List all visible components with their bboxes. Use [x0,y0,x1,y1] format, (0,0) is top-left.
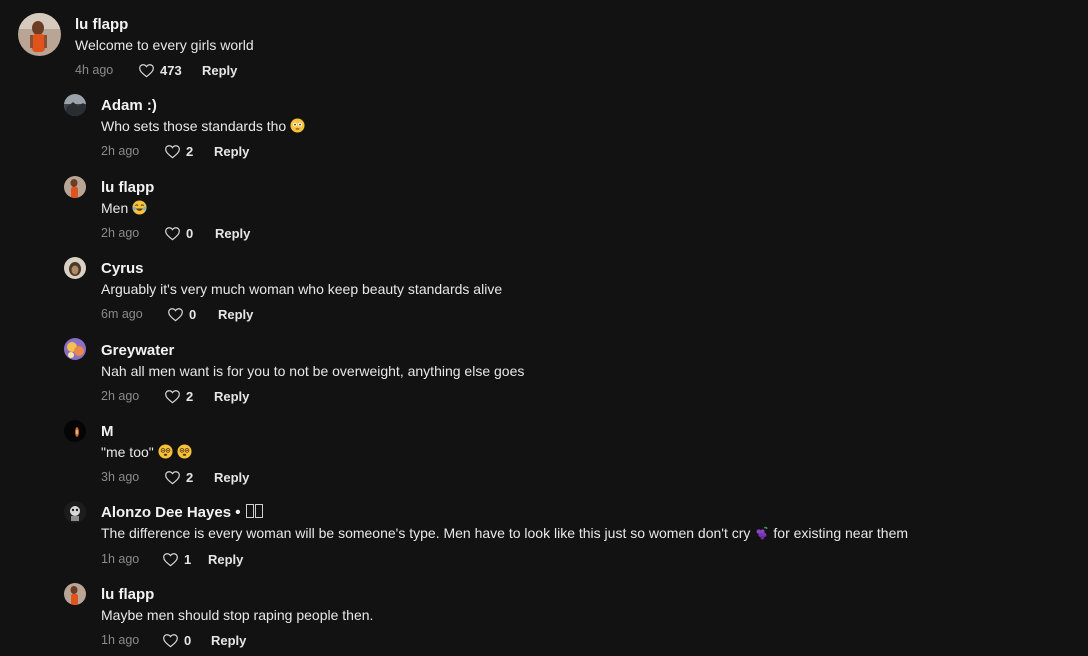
username[interactable]: Greywater [101,342,174,359]
like-count: 2 [186,469,194,485]
like-button[interactable]: 473 [138,62,182,78]
swirl-eyes-face-icon [158,444,173,462]
comment-text: The difference is every woman will be so… [101,525,909,543]
avatar[interactable] [64,94,86,116]
username[interactable]: Alonzo Dee Hayes • [101,504,263,521]
timestamp: 6m ago [101,307,143,321]
comment-text: "me too" [101,444,192,462]
unknown-glyph-icon [245,504,254,518]
unknown-glyph-icon [254,504,263,518]
reply-button[interactable]: Reply [214,470,249,485]
like-button[interactable]: 0 [167,306,196,322]
timestamp: 2h ago [101,226,140,240]
avatar[interactable] [64,338,86,360]
avatar[interactable] [64,583,86,605]
heart-icon [165,226,180,240]
avatar[interactable] [64,501,86,523]
username[interactable]: lu flapp [101,586,154,603]
comment-thread: lu flapp Welcome to every girls world 4h… [0,0,1088,656]
reply-button[interactable]: Reply [211,633,246,648]
avatar[interactable] [64,420,86,442]
reply-button[interactable]: Reply [208,552,243,567]
username[interactable]: Adam :) [101,97,157,114]
avatar[interactable] [18,13,61,56]
comment-text: Arguably it's very much woman who keep b… [101,281,503,297]
heart-icon [163,633,178,647]
heart-icon [165,389,180,403]
like-count: 0 [184,632,192,648]
timestamp: 2h ago [101,389,140,403]
heart-icon [165,470,180,484]
grapes-icon [754,525,769,543]
like-button[interactable]: 0 [164,225,193,241]
laughing-face-icon [132,200,147,218]
username[interactable]: Cyrus [101,260,144,277]
like-button[interactable]: 0 [162,632,191,648]
like-count: 473 [160,62,182,78]
comment-text: Maybe men should stop raping people then… [101,607,374,623]
like-count: 2 [186,143,194,159]
timestamp: 1h ago [101,633,140,647]
comment-text: Who sets those standards tho [101,118,305,136]
flushed-face-icon [290,118,305,136]
comment-text: Men [101,200,147,218]
heart-icon [139,63,154,77]
username[interactable]: lu flapp [101,179,154,196]
like-button[interactable]: 2 [164,143,193,159]
reply-button[interactable]: Reply [215,226,250,241]
like-count: 1 [184,551,192,567]
swirl-eyes-face-icon [177,444,192,462]
like-count: 2 [186,388,194,404]
timestamp: 3h ago [101,470,140,484]
username[interactable]: lu flapp [75,16,128,33]
heart-icon [168,307,183,321]
like-button[interactable]: 2 [164,388,193,404]
like-count: 0 [189,306,197,322]
reply-button[interactable]: Reply [218,307,253,322]
like-button[interactable]: 1 [162,551,191,567]
timestamp: 4h ago [75,63,114,77]
username[interactable]: M [101,423,114,440]
reply-button[interactable]: Reply [214,144,249,159]
reply-button[interactable]: Reply [202,63,237,78]
avatar[interactable] [64,257,86,279]
comment-text: Nah all men want is for you to not be ov… [101,363,525,379]
timestamp: 2h ago [101,144,140,158]
timestamp: 1h ago [101,552,140,566]
avatar[interactable] [64,176,86,198]
heart-icon [165,144,180,158]
heart-icon [163,552,178,566]
like-button[interactable]: 2 [164,469,193,485]
comment-text: Welcome to every girls world [75,37,254,53]
reply-button[interactable]: Reply [214,389,249,404]
like-count: 0 [186,225,194,241]
